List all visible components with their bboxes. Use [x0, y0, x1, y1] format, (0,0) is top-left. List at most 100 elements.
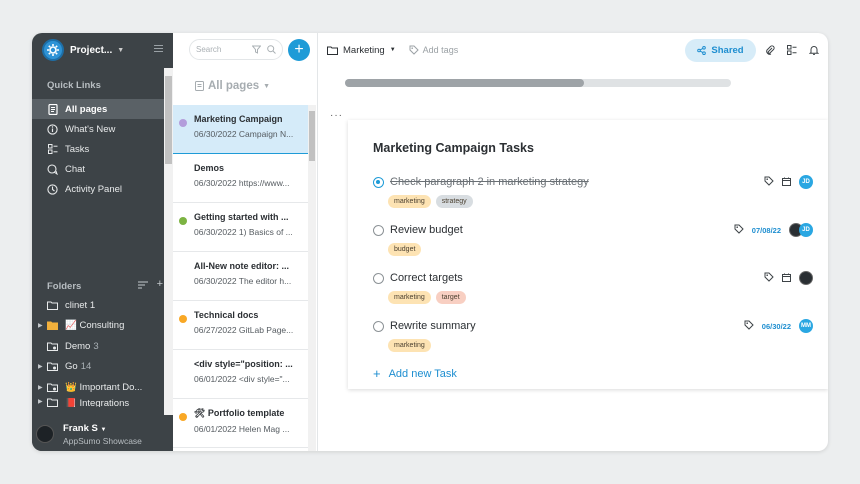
folder-icon: [47, 301, 58, 310]
note-list-item[interactable]: Technical docs 06/27/2022 GitLab Page...: [173, 301, 309, 350]
task-item: Correct targets marketing target: [373, 271, 813, 304]
note-list-item[interactable]: <div style="position: ... 06/01/2022 <div…: [173, 350, 309, 399]
filter-icon[interactable]: [252, 45, 261, 54]
task-checkbox[interactable]: [373, 224, 384, 236]
due-date[interactable]: 06/30/22: [762, 322, 791, 331]
activity-icon: [47, 183, 58, 195]
bell-icon[interactable]: [809, 45, 819, 55]
sidebar-item-label: What's New: [65, 123, 116, 135]
task-text[interactable]: Review budget: [390, 224, 463, 236]
assignee-avatar[interactable]: MM: [799, 319, 813, 333]
add-note-button[interactable]: +: [288, 39, 310, 61]
sidebar-item-whats-new[interactable]: What's New: [32, 119, 173, 139]
note-title: 🛠 Portfolio template: [194, 408, 285, 418]
folder-item[interactable]: ▶ Go 14: [32, 357, 173, 378]
task-checkbox[interactable]: [373, 320, 384, 332]
folder-name: 📈 Consulting: [65, 320, 125, 332]
folder-count: 14: [80, 361, 92, 373]
shared-folder-icon: [47, 383, 58, 392]
add-new-task-button[interactable]: + Add new Task: [373, 366, 457, 381]
task-tag[interactable]: marketing: [388, 195, 431, 208]
sidebar-item-chat[interactable]: Chat: [32, 159, 173, 179]
sidebar-item-label: Activity Panel: [65, 183, 123, 195]
note-list-item[interactable]: 🛠 Portfolio template 06/01/2022 Helen Mag…: [173, 399, 309, 448]
folder-item[interactable]: clinet 1: [32, 295, 173, 316]
sidebar-item-label: All pages: [65, 103, 108, 115]
sidebar-item-all-pages[interactable]: All pages: [32, 99, 173, 119]
sidebar-item-tasks[interactable]: Tasks: [32, 139, 173, 159]
tag-icon[interactable]: [764, 173, 774, 191]
folder-item[interactable]: ▶ 📈 Consulting: [32, 316, 173, 337]
assignee-avatar[interactable]: JD: [799, 223, 813, 237]
calendar-icon[interactable]: [782, 269, 791, 287]
due-date[interactable]: 07/08/22: [752, 226, 781, 235]
expand-icon[interactable]: ▶: [38, 363, 47, 370]
expand-icon[interactable]: ▶: [38, 398, 47, 405]
shared-folder-icon: [47, 342, 58, 351]
folder-name: 👑 Important Do...: [65, 381, 143, 393]
note-list-item[interactable]: Getting started with ... 06/30/2022 1) Ba…: [173, 203, 309, 252]
attachment-icon[interactable]: [765, 45, 775, 55]
note-list-item[interactable]: Demos 06/30/2022 https://www...: [173, 154, 309, 203]
task-tag[interactable]: strategy: [435, 195, 473, 208]
search-icon[interactable]: [267, 45, 276, 54]
workspace-switcher[interactable]: Project... ▼: [32, 33, 173, 67]
expand-icon[interactable]: ▶: [38, 322, 47, 329]
assignee-avatar[interactable]: [799, 271, 813, 285]
folder-breadcrumb[interactable]: Marketing ▼: [327, 45, 396, 56]
sidebar: Project... ▼ Quick Links All pages What'…: [32, 33, 173, 451]
share-icon: [697, 46, 707, 55]
more-options-icon[interactable]: ···: [330, 110, 343, 121]
task-tag[interactable]: target: [435, 291, 466, 304]
assignee-avatar[interactable]: JD: [799, 175, 813, 189]
expand-icon[interactable]: ▶: [38, 384, 47, 391]
tag-icon[interactable]: [764, 269, 774, 287]
note-title: Technical docs: [194, 310, 259, 320]
note-list-item[interactable]: Marketing Campaign 06/30/2022 Campaign N.…: [173, 105, 309, 154]
task-tag[interactable]: budget: [388, 243, 422, 256]
task-item: Review budget budget 07/08/22 JD: [373, 223, 813, 256]
sidebar-scrollbar[interactable]: [164, 68, 173, 415]
task-checkbox[interactable]: [373, 176, 384, 188]
notes-scrollbar[interactable]: [308, 105, 316, 451]
note-meta: 06/30/2022 Campaign N...: [194, 129, 294, 139]
progress-fill: [345, 79, 585, 87]
search-input[interactable]: Search: [189, 39, 283, 60]
workspace-name: Project...: [70, 44, 113, 56]
task-text[interactable]: Check paragraph 2 in marketing strategy: [390, 176, 589, 188]
note-title: Marketing Campaign: [194, 114, 283, 124]
sidebar-item-label: Tasks: [65, 143, 90, 155]
quick-links-title: Quick Links: [47, 80, 101, 91]
collapse-sidebar-icon[interactable]: [154, 45, 163, 53]
shared-button[interactable]: Shared: [685, 39, 756, 62]
task-list-card: Marketing Campaign Tasks Check paragraph…: [348, 120, 828, 389]
task-checkbox[interactable]: [373, 272, 384, 284]
add-new-task-label: Add new Task: [388, 367, 457, 380]
sort-icon[interactable]: [137, 280, 148, 292]
sidebar-item-activity-panel[interactable]: Activity Panel: [32, 179, 173, 199]
folder-item[interactable]: ▶ 📕 Integrations: [32, 398, 173, 407]
add-folder-icon[interactable]: +: [157, 279, 163, 292]
calendar-icon[interactable]: [782, 173, 791, 191]
task-text[interactable]: Rewrite summary: [390, 320, 476, 332]
note-list: Marketing Campaign 06/30/2022 Campaign N.…: [173, 105, 309, 448]
task-tag[interactable]: marketing: [388, 339, 431, 352]
tag-icon[interactable]: [734, 221, 744, 239]
add-tags-button[interactable]: Add tags: [409, 45, 458, 55]
color-dot-icon: [179, 315, 187, 323]
folder-item[interactable]: ▶ 👑 Important Do...: [32, 377, 173, 398]
note-meta: 06/27/2022 GitLab Page...: [194, 325, 294, 335]
folder-name: 📕 Integrations: [65, 397, 130, 407]
folder-item[interactable]: Demo 3: [32, 336, 173, 357]
list-title: All pages: [208, 80, 260, 92]
task-text[interactable]: Correct targets: [390, 272, 463, 284]
layout-icon[interactable]: [787, 45, 797, 55]
all-pages-dropdown[interactable]: All pages ▼: [195, 80, 270, 92]
chat-icon: [47, 163, 58, 175]
user-profile[interactable]: Frank S ▼ AppSumo Showcase: [32, 417, 173, 451]
tag-icon[interactable]: [744, 317, 754, 335]
task-list-title: Marketing Campaign Tasks: [373, 141, 534, 155]
task-tag[interactable]: marketing: [388, 291, 431, 304]
note-list-item[interactable]: All-New note editor: ... 06/30/2022 The e…: [173, 252, 309, 301]
user-name: Frank S: [63, 422, 98, 434]
